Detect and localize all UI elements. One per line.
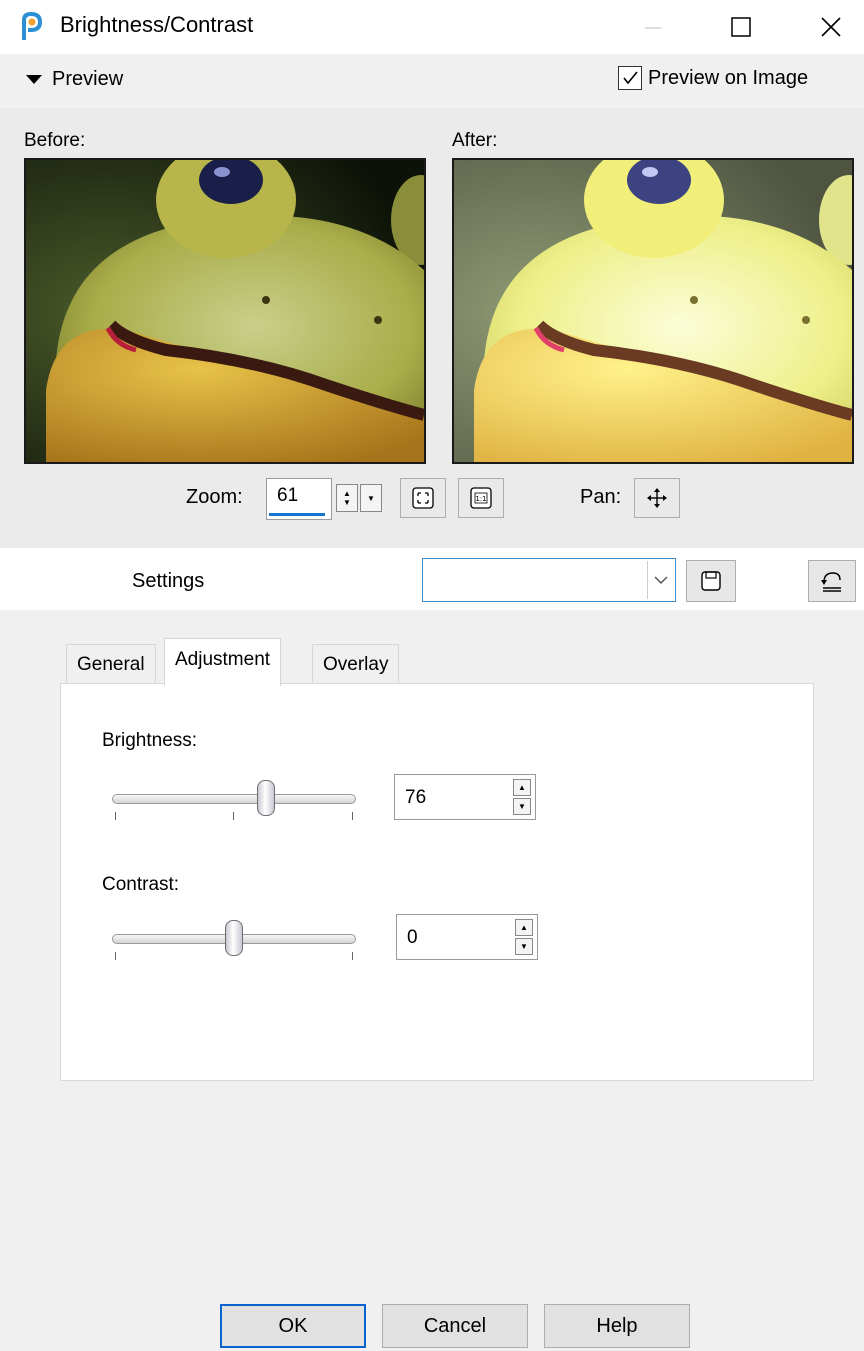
- zoom-spin-controls[interactable]: ▲ ▼ ▼: [336, 484, 386, 512]
- brightness-slider-track[interactable]: [112, 794, 356, 804]
- contrast-slider-thumb[interactable]: [225, 920, 243, 956]
- zoom-dropdown-icon[interactable]: ▼: [360, 484, 382, 512]
- contrast-label: Contrast:: [102, 874, 180, 895]
- settings-label: Settings: [132, 570, 205, 592]
- preview-on-image-label: Preview on Image: [648, 66, 809, 89]
- preview-on-image-checkbox[interactable]: Preview on Image: [618, 66, 808, 90]
- pan-label: Pan:: [580, 486, 622, 508]
- zoom-input[interactable]: 61: [266, 478, 332, 520]
- contrast-value: 0: [407, 927, 418, 948]
- zoom-to-fit-button[interactable]: [400, 478, 446, 518]
- zoom-fit-icon: [412, 487, 434, 509]
- window-title: Brightness/Contrast: [60, 12, 254, 37]
- brightness-tick-min: [115, 812, 116, 820]
- minimize-icon: [645, 27, 661, 29]
- help-button[interactable]: Help: [544, 1304, 690, 1348]
- reset-arrow-icon: [821, 572, 841, 592]
- zoom-value: 61: [277, 485, 299, 506]
- maximize-button[interactable]: [712, 0, 770, 54]
- brightness-label: Brightness:: [102, 730, 198, 751]
- close-button[interactable]: [802, 0, 860, 54]
- settings-dropdown[interactable]: [422, 558, 676, 602]
- contrast-spinner[interactable]: ▲ ▼: [515, 919, 533, 955]
- after-label: After:: [452, 130, 498, 151]
- chevron-down-icon[interactable]: [647, 561, 673, 599]
- cancel-button[interactable]: Cancel: [382, 1304, 528, 1348]
- preview-toggle[interactable]: Preview: [26, 68, 123, 91]
- spin-down-icon[interactable]: ▼: [515, 938, 533, 955]
- spin-up-icon[interactable]: ▲: [513, 779, 531, 796]
- collapse-triangle-icon: [26, 75, 42, 84]
- svg-text:1:1: 1:1: [475, 495, 486, 503]
- brightness-spinner[interactable]: ▲ ▼: [513, 779, 531, 815]
- spin-down-icon[interactable]: ▼: [513, 798, 531, 815]
- brightness-value: 76: [405, 787, 427, 808]
- pan-button[interactable]: [634, 478, 680, 518]
- ok-button[interactable]: OK: [220, 1304, 366, 1348]
- before-preview-image[interactable]: [24, 158, 426, 464]
- before-label: Before:: [24, 130, 86, 151]
- save-preset-button[interactable]: [686, 560, 736, 602]
- zoom-label: Zoom:: [186, 486, 243, 508]
- contrast-tick-max: [352, 952, 353, 960]
- pan-move-icon: [647, 488, 667, 508]
- contrast-input[interactable]: 0 ▲ ▼: [396, 914, 538, 960]
- spin-up-icon[interactable]: ▲: [515, 919, 533, 936]
- close-icon: [821, 17, 841, 37]
- brightness-tick-mid: [233, 812, 234, 820]
- tab-overlay[interactable]: Overlay: [312, 644, 400, 684]
- reset-defaults-button[interactable]: [808, 560, 856, 602]
- brightness-input[interactable]: 76 ▲ ▼: [394, 774, 536, 820]
- brightness-tick-max: [352, 812, 353, 820]
- after-preview-image[interactable]: [452, 158, 854, 464]
- contrast-tick-min: [115, 952, 116, 960]
- minimize-button[interactable]: [624, 0, 682, 54]
- save-disk-icon: [701, 571, 721, 591]
- zoom-actual-size-button[interactable]: 1:1: [458, 478, 504, 518]
- paintshop-pro-icon: [18, 11, 44, 42]
- brightness-slider-thumb[interactable]: [257, 780, 275, 816]
- actual-size-1to1-icon: 1:1: [470, 487, 492, 509]
- tab-adjustment[interactable]: Adjustment: [164, 638, 282, 686]
- checkbox-checked-icon[interactable]: [618, 66, 642, 90]
- zoom-spinner-icon[interactable]: ▲ ▼: [336, 484, 358, 512]
- zoom-input-underline: [269, 513, 325, 516]
- maximize-icon: [731, 17, 751, 37]
- preview-toggle-label: Preview: [52, 68, 124, 90]
- tab-general[interactable]: General: [66, 644, 156, 684]
